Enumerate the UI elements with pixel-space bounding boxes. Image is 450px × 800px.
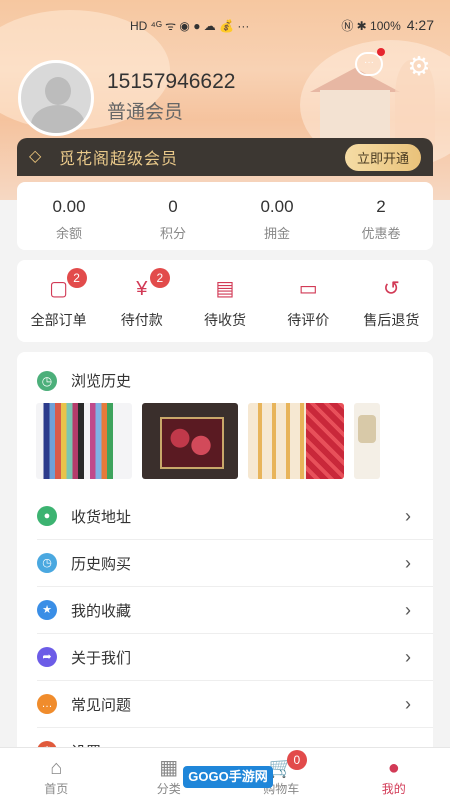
- orders-card: ▢ 2 全部订单 ¥ 2 待付款 ▤ 待收货 ▭ 待评价 ↺ 售后退货: [17, 260, 433, 342]
- menu-favorites[interactable]: ★ 我的收藏 ›: [37, 587, 433, 634]
- stat-balance[interactable]: 0.00 余额: [17, 182, 121, 250]
- gear-icon[interactable]: ⚙: [405, 52, 433, 80]
- chevron-right-icon: ›: [405, 506, 411, 526]
- vip-title: 觅花阁超级会员: [59, 151, 179, 168]
- menu-about-us[interactable]: ➦ 关于我们 ›: [37, 634, 433, 681]
- order-all[interactable]: ▢ 2 全部订单: [17, 260, 100, 342]
- stat-points[interactable]: 0 积分: [121, 182, 225, 250]
- menu-card: ◷ 浏览历史 ● 收货地址 › ◷ 历史购买 › ★ 我的收藏 › ➦ 关于我们…: [17, 352, 433, 762]
- history-product-gift-box[interactable]: [142, 403, 238, 479]
- delivery-box-icon: ▤: [215, 278, 235, 300]
- chevron-right-icon: ›: [405, 600, 411, 620]
- cart-badge: 0: [286, 750, 307, 770]
- clock-icon: ◷: [37, 553, 57, 573]
- member-level: 普通会员: [107, 102, 184, 123]
- status-icons: HD ⁴ᴳ ᯤ ◉ ● ☁ 💰 ···: [130, 18, 250, 33]
- menu-faq[interactable]: … 常见问题 ›: [37, 681, 433, 728]
- history-product-twine[interactable]: [354, 403, 380, 479]
- stat-coupons[interactable]: 2 优惠卷: [329, 182, 433, 250]
- history-thumbnails: [17, 391, 433, 479]
- stat-commission[interactable]: 0.00 拥金: [225, 182, 329, 250]
- battery-status: Ⓝ ✱ 100%: [341, 18, 401, 33]
- comment-icon: ▭: [298, 278, 318, 300]
- chevron-right-icon: ›: [405, 647, 411, 667]
- history-product-ribbons[interactable]: [36, 403, 132, 479]
- order-unpaid[interactable]: ¥ 2 待付款: [100, 260, 183, 342]
- status-bar: HD ⁴ᴳ ᯤ ◉ ● ☁ 💰 ··· Ⓝ ✱ 100% 4:27: [0, 0, 450, 50]
- star-icon: ★: [37, 600, 57, 620]
- message-dot: [377, 48, 385, 56]
- nav-mine[interactable]: ● 我的: [338, 748, 450, 800]
- refund-icon: ↺: [383, 278, 400, 300]
- menu-address[interactable]: ● 收货地址 ›: [37, 493, 433, 540]
- clock-icon: ◷: [37, 370, 57, 391]
- vip-banner[interactable]: ◇ 觅花阁超级会员 立即开通: [17, 138, 433, 176]
- location-icon: ●: [37, 506, 57, 526]
- diamond-icon: ◇: [29, 148, 42, 165]
- user-icon: ●: [387, 757, 400, 779]
- order-badge: 2: [66, 268, 87, 288]
- watermark-logo: GOGO手游网: [183, 766, 273, 788]
- order-to-receive[interactable]: ▤ 待收货: [183, 260, 266, 342]
- avatar[interactable]: [18, 60, 94, 136]
- order-after-sales[interactable]: ↺ 售后退货: [350, 260, 433, 342]
- order-to-review[interactable]: ▭ 待评价: [267, 260, 350, 342]
- nav-home[interactable]: ⌂ 首页: [0, 748, 113, 800]
- user-phone: 15157946622: [107, 70, 236, 93]
- stats-card: 0.00 余额 0 积分 0.00 拥金 2 优惠卷: [17, 182, 433, 250]
- chevron-right-icon: ›: [405, 694, 411, 714]
- history-product-soap-flowers[interactable]: [248, 403, 344, 479]
- chat-icon: …: [37, 694, 57, 714]
- chevron-right-icon: ›: [405, 553, 411, 573]
- menu-purchase-history[interactable]: ◷ 历史购买 ›: [37, 540, 433, 587]
- order-badge: 2: [149, 268, 170, 288]
- share-icon: ➦: [37, 647, 57, 667]
- vip-open-button[interactable]: 立即开通: [344, 143, 421, 171]
- home-icon: ⌂: [50, 757, 63, 779]
- clock-time: 4:27: [406, 17, 434, 33]
- history-header[interactable]: ◷ 浏览历史: [17, 352, 433, 391]
